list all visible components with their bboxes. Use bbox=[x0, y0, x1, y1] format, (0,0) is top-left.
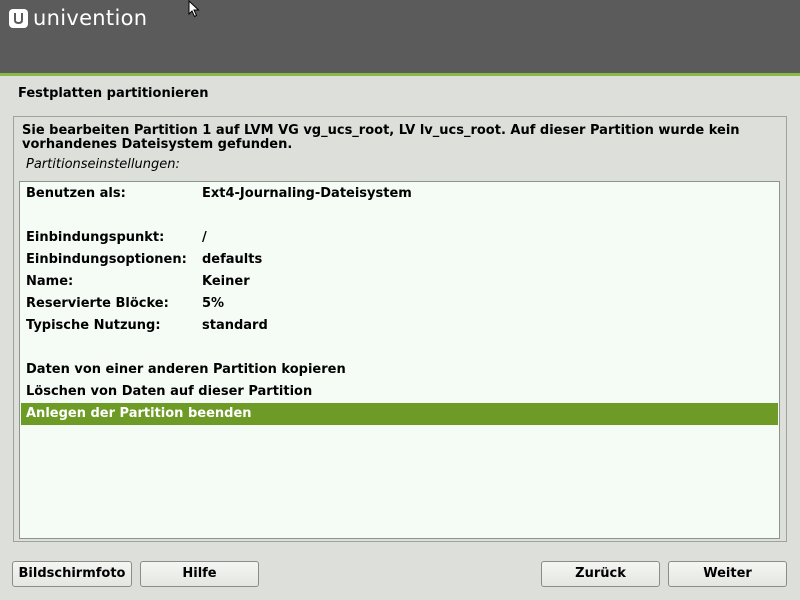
setting-value: 5% bbox=[202, 296, 225, 311]
action-label: Anlegen der Partition beenden bbox=[26, 406, 252, 421]
partition-description: Sie bearbeiten Partition 1 auf LVM VG vg… bbox=[22, 123, 740, 152]
setting-value: defaults bbox=[202, 252, 263, 267]
setting-key: Einbindungsoptionen: bbox=[26, 252, 187, 267]
list-item-mount-point[interactable]: Einbindungspunkt: / bbox=[21, 227, 778, 249]
next-button[interactable]: Weiter bbox=[668, 561, 787, 587]
setting-key: Benutzen als: bbox=[26, 186, 126, 201]
univention-logo-icon bbox=[9, 8, 28, 28]
list-item-blank bbox=[21, 205, 778, 227]
list-item-blank bbox=[21, 337, 778, 359]
back-button[interactable]: Zurück bbox=[541, 561, 660, 587]
setting-key: Typische Nutzung: bbox=[26, 318, 161, 333]
list-item-finish-partition[interactable]: Anlegen der Partition beenden bbox=[21, 403, 778, 425]
brand-name: univention bbox=[33, 6, 148, 30]
mouse-pointer-icon bbox=[188, 0, 200, 18]
list-item-reserved-blocks[interactable]: Reservierte Blöcke: 5% bbox=[21, 293, 778, 315]
setting-value: Ext4-Journaling-Dateisystem bbox=[202, 186, 412, 201]
setting-value: Keiner bbox=[202, 274, 250, 289]
help-button[interactable]: Hilfe bbox=[140, 561, 259, 587]
screenshot-button[interactable]: Bildschirmfoto bbox=[12, 561, 132, 587]
univention-logo: univention bbox=[9, 6, 147, 30]
setting-key: Reservierte Blöcke: bbox=[26, 296, 169, 311]
list-item-typical-usage[interactable]: Typische Nutzung: standard bbox=[21, 315, 778, 337]
setting-value: / bbox=[202, 230, 207, 245]
page-title: Festplatten partitionieren bbox=[18, 86, 209, 101]
setting-key: Einbindungspunkt: bbox=[26, 230, 165, 245]
action-label: Löschen von Daten auf dieser Partition bbox=[26, 384, 313, 399]
setting-value: standard bbox=[202, 318, 268, 333]
list-item-name[interactable]: Name: Keiner bbox=[21, 271, 778, 293]
list-item-mount-options[interactable]: Einbindungsoptionen: defaults bbox=[21, 249, 778, 271]
settings-label: Partitionseinstellungen: bbox=[26, 157, 180, 172]
list-item-copy-data[interactable]: Daten von einer anderen Partition kopier… bbox=[21, 359, 778, 381]
list-item-erase-data[interactable]: Löschen von Daten auf dieser Partition bbox=[21, 381, 778, 403]
action-label: Daten von einer anderen Partition kopier… bbox=[26, 362, 346, 377]
partition-settings-list[interactable]: Benutzen als: Ext4-Journaling-Dateisystem… bbox=[19, 181, 780, 539]
list-item-usage[interactable]: Benutzen als: Ext4-Journaling-Dateisystem bbox=[21, 183, 778, 205]
top-header-bar: univention bbox=[0, 0, 800, 76]
setting-key: Name: bbox=[26, 274, 74, 289]
